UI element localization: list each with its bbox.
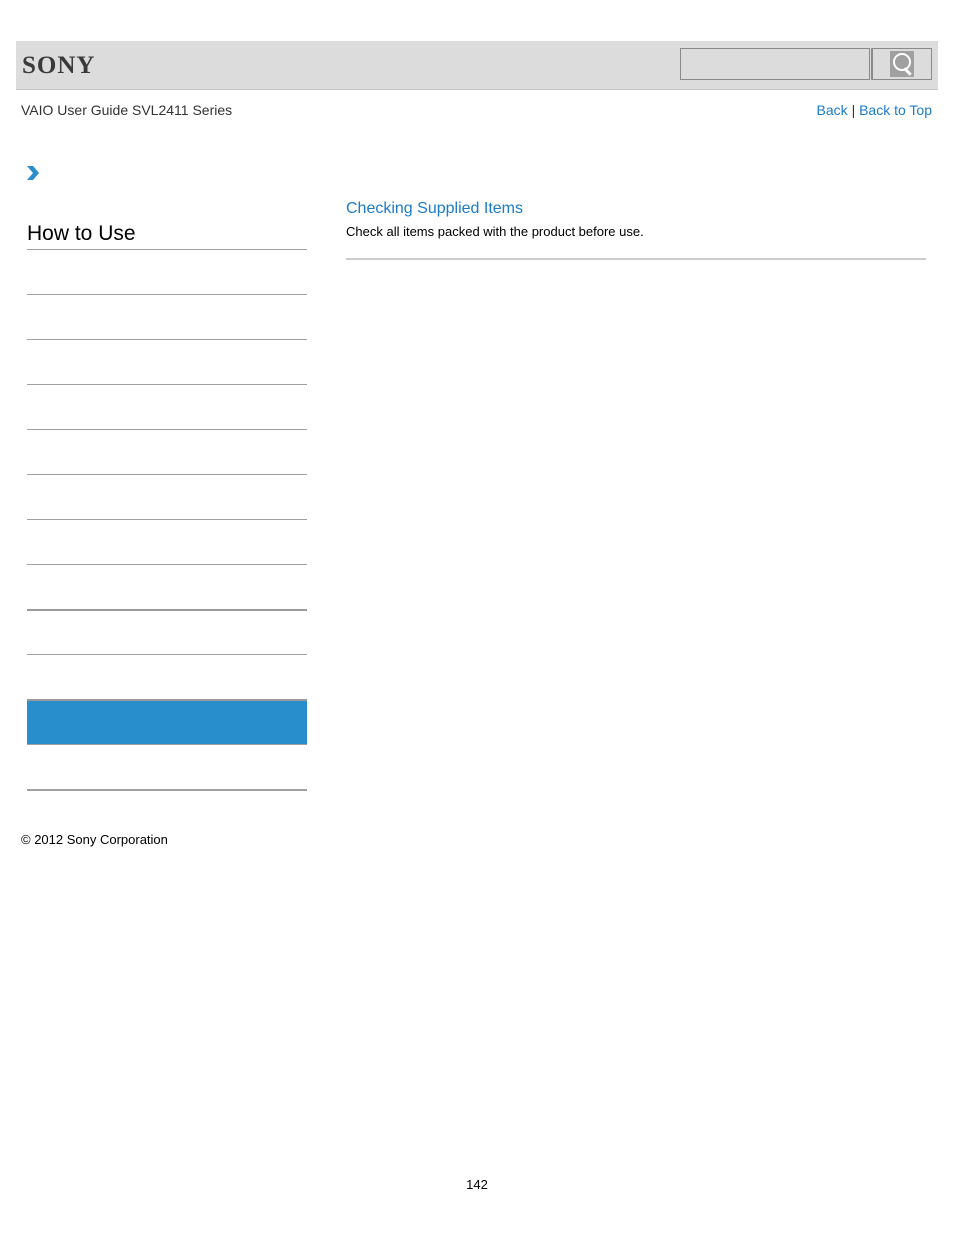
sidebar-item[interactable] bbox=[27, 294, 307, 339]
sidebar-item[interactable] bbox=[27, 474, 307, 519]
back-link[interactable]: Back bbox=[817, 102, 848, 118]
search-input[interactable] bbox=[680, 48, 870, 80]
sidebar-item[interactable] bbox=[27, 339, 307, 384]
sidebar-item[interactable] bbox=[27, 249, 307, 294]
sidebar-item[interactable] bbox=[27, 654, 307, 699]
sidebar-divider bbox=[27, 789, 307, 791]
link-separator: | bbox=[851, 102, 856, 118]
sidebar-item[interactable] bbox=[27, 429, 307, 474]
sidebar-item[interactable] bbox=[27, 564, 307, 609]
top-links: Back | Back to Top bbox=[817, 102, 932, 118]
chevron-right-icon bbox=[27, 166, 39, 180]
sidebar-item[interactable] bbox=[27, 519, 307, 564]
sidebar-nav bbox=[27, 249, 307, 791]
sidebar-item-active[interactable] bbox=[27, 699, 307, 744]
content-divider bbox=[346, 258, 926, 260]
sidebar-item[interactable] bbox=[27, 384, 307, 429]
search-button[interactable] bbox=[871, 48, 932, 80]
section-title: How to Use bbox=[27, 222, 136, 245]
topic-description: Check all items packed with the product … bbox=[346, 224, 644, 239]
sidebar-item[interactable] bbox=[27, 744, 307, 789]
sony-logo: SONY bbox=[22, 52, 96, 79]
header-bar: SONY bbox=[16, 41, 938, 90]
page-number: 142 bbox=[466, 1177, 488, 1192]
magnifier-icon bbox=[890, 51, 914, 77]
back-to-top-link[interactable]: Back to Top bbox=[859, 102, 932, 118]
topic-link-checking-supplied-items[interactable]: Checking Supplied Items bbox=[346, 200, 523, 218]
guide-title: VAIO User Guide SVL2411 Series bbox=[21, 102, 233, 118]
sidebar-item[interactable] bbox=[27, 609, 307, 654]
copyright: © 2012 Sony Corporation bbox=[21, 832, 168, 847]
